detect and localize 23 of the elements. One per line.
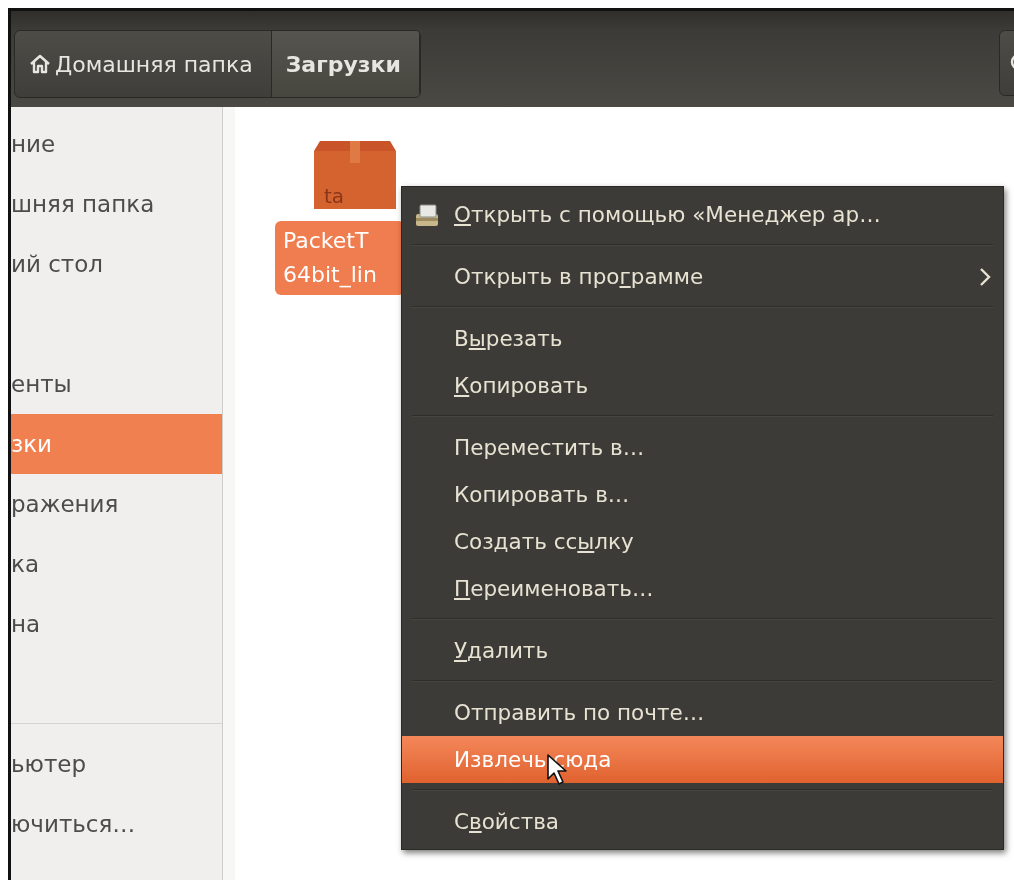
menu-item[interactable]: Удалить xyxy=(402,627,1003,674)
menu-item[interactable]: Переместить в… xyxy=(402,424,1003,471)
menu-item[interactable]: Свойства xyxy=(402,798,1003,845)
sidebar-item[interactable]: ние xyxy=(11,114,222,174)
menu-item[interactable]: Открыть с помощью «Менеджер ар… xyxy=(402,191,1003,238)
sidebar-item[interactable]: енты xyxy=(11,354,222,414)
sidebar-item[interactable]: на xyxy=(11,594,222,654)
home-icon xyxy=(29,53,51,75)
breadcrumb-button[interactable]: Домашняя папка xyxy=(15,31,272,97)
menu-item[interactable]: Копировать в… xyxy=(402,471,1003,518)
sidebar-item[interactable]: ка xyxy=(11,534,222,594)
menu-item[interactable]: Переименовать… xyxy=(402,565,1003,612)
sidebar-item[interactable]: ражения xyxy=(11,474,222,534)
sidebar-item[interactable]: ьютер xyxy=(11,734,222,794)
sidebar-item[interactable]: шняя папка xyxy=(11,174,222,234)
sidebar-item[interactable]: ючиться… xyxy=(11,794,222,854)
sidebar-item[interactable]: ий стол xyxy=(11,234,222,294)
menu-item[interactable]: Вырезать xyxy=(402,315,1003,362)
menu-item[interactable]: Открыть в программе xyxy=(402,253,1003,300)
menu-item[interactable]: Копировать xyxy=(402,362,1003,409)
menu-item[interactable]: Создать ссылку xyxy=(402,518,1003,565)
breadcrumb-button[interactable]: Загрузки xyxy=(271,31,420,97)
menu-item[interactable]: Отправить по почте… xyxy=(402,689,1003,736)
